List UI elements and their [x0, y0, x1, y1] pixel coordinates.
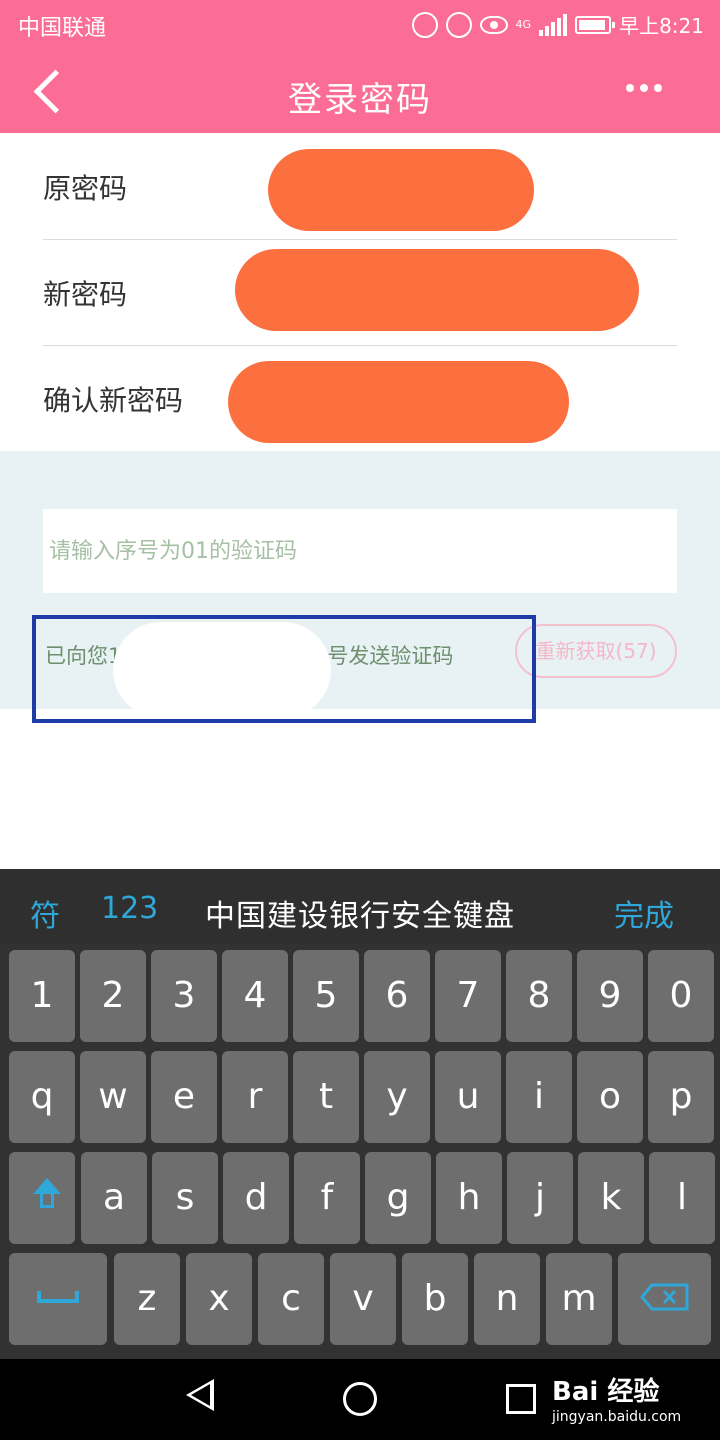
key-g[interactable]: g — [365, 1152, 431, 1244]
key-s[interactable]: s — [152, 1152, 218, 1244]
status-bar: 中国联通 4G 早上8:21 — [0, 0, 720, 50]
key-3[interactable]: 3 — [151, 950, 217, 1042]
key-e[interactable]: e — [151, 1051, 217, 1143]
shift-arrow-stem — [40, 1194, 54, 1208]
navigation-bar: Bai 经验 jingyan.baidu.com — [0, 1359, 720, 1440]
eye-comfort-icon — [479, 15, 508, 34]
app-header: 登录密码 — [0, 50, 720, 133]
key-c[interactable]: c — [258, 1253, 324, 1345]
key-z[interactable]: z — [114, 1253, 180, 1345]
key-x[interactable]: x — [186, 1253, 252, 1345]
key-f[interactable]: f — [294, 1152, 360, 1244]
confirm-password-row[interactable]: 确认新密码 — [43, 345, 677, 452]
nav-home-icon[interactable] — [343, 1382, 377, 1416]
old-password-row[interactable]: 原密码 — [43, 133, 677, 240]
key-9[interactable]: 9 — [577, 950, 643, 1042]
redacted-confirm-password[interactable] — [228, 361, 569, 443]
key-j[interactable]: j — [507, 1152, 573, 1244]
more-options-icon[interactable] — [626, 84, 662, 92]
carrier-name: 中国联通 — [18, 16, 107, 41]
highlight-box — [32, 615, 536, 723]
shift-key[interactable] — [9, 1152, 75, 1244]
key-1[interactable]: 1 — [9, 950, 75, 1042]
key-5[interactable]: 5 — [293, 950, 359, 1042]
key-6[interactable]: 6 — [364, 950, 430, 1042]
done-button[interactable]: 完成 — [614, 891, 674, 935]
redacted-new-password[interactable] — [235, 249, 639, 331]
key-r[interactable]: r — [222, 1051, 288, 1143]
key-7[interactable]: 7 — [435, 950, 501, 1042]
keyboard-title: 中国建设银行安全键盘 — [205, 899, 515, 934]
watermark-url: jingyan.baidu.com — [552, 1409, 682, 1425]
key-t[interactable]: t — [293, 1051, 359, 1143]
redacted-old-password[interactable] — [268, 149, 534, 231]
data-saver-icon — [411, 11, 438, 38]
verification-code-input[interactable] — [43, 509, 677, 593]
confirm-password-label: 确认新密码 — [43, 384, 184, 417]
key-q[interactable]: q — [9, 1051, 75, 1143]
battery-icon — [575, 15, 616, 34]
key-8[interactable]: 8 — [506, 950, 572, 1042]
key-u[interactable]: u — [435, 1051, 501, 1143]
status-time: 早上8:21 — [619, 14, 704, 38]
key-0[interactable]: 0 — [648, 950, 714, 1042]
key-i[interactable]: i — [506, 1051, 572, 1143]
key-k[interactable]: k — [578, 1152, 644, 1244]
space-key[interactable] — [9, 1253, 107, 1345]
key-w[interactable]: w — [80, 1051, 146, 1143]
secure-keyboard: 1234567890 qwertyuiop asdfghjkl zxcvbnm — [0, 944, 720, 1359]
key-y[interactable]: y — [364, 1051, 430, 1143]
new-password-label: 新密码 — [43, 278, 128, 311]
page-title: 登录密码 — [288, 80, 432, 120]
key-n[interactable]: n — [474, 1253, 540, 1345]
status-icons: 4G 早上8:21 — [411, 10, 704, 39]
key-b[interactable]: b — [402, 1253, 468, 1345]
key-4[interactable]: 4 — [222, 950, 288, 1042]
old-password-label: 原密码 — [43, 172, 128, 205]
key-v[interactable]: v — [330, 1253, 396, 1345]
space-bar-icon — [37, 1291, 79, 1303]
nav-recents-icon[interactable] — [506, 1384, 536, 1414]
keyboard-toolbar: 符 123 中国建设银行安全键盘 完成 — [0, 869, 720, 946]
key-l[interactable]: l — [649, 1152, 715, 1244]
alarm-icon — [445, 11, 472, 38]
key-p[interactable]: p — [648, 1051, 714, 1143]
key-m[interactable]: m — [546, 1253, 612, 1345]
key-d[interactable]: d — [223, 1152, 289, 1244]
network-type: 4G — [515, 18, 532, 31]
backspace-icon — [640, 1283, 689, 1311]
resend-code-button[interactable]: 重新获取(57) — [515, 624, 677, 678]
signal-icon — [539, 13, 568, 36]
key-o[interactable]: o — [577, 1051, 643, 1143]
key-2[interactable]: 2 — [80, 950, 146, 1042]
baidu-jingyan-logo: Bai 经验 — [552, 1377, 660, 1407]
backspace-key[interactable] — [618, 1253, 711, 1345]
shift-arrow-icon — [33, 1178, 61, 1194]
new-password-row[interactable]: 新密码 — [43, 239, 677, 346]
key-h[interactable]: h — [436, 1152, 502, 1244]
key-a[interactable]: a — [81, 1152, 147, 1244]
nav-back-icon-inner — [191, 1384, 210, 1406]
